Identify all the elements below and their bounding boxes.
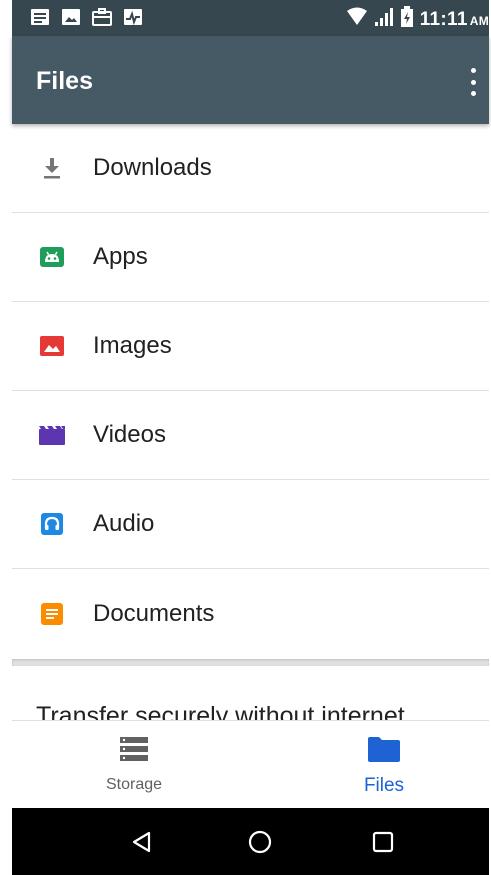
system-nav-bar — [12, 808, 489, 875]
list-item-videos[interactable]: Videos — [12, 391, 489, 480]
status-bar: 11:11 AM — [12, 0, 489, 36]
section-divider — [12, 659, 489, 666]
list-item-downloads[interactable]: Downloads — [12, 124, 489, 213]
document-icon — [38, 600, 66, 628]
bottom-navigation: Storage Files — [12, 720, 489, 808]
nav-storage[interactable]: Storage — [34, 721, 234, 809]
left-margin — [0, 0, 12, 875]
list-item-label: Downloads — [93, 154, 212, 181]
list-item-label: Apps — [93, 243, 148, 270]
home-icon[interactable] — [246, 828, 274, 856]
headphones-icon — [38, 510, 66, 538]
android-icon — [38, 243, 66, 271]
category-list: Downloads Apps Images Videos Audio Docum… — [12, 124, 489, 658]
status-right: 11:11 AM — [346, 6, 489, 33]
image-icon — [61, 8, 81, 26]
signal-icon — [374, 7, 394, 32]
page-title: Files — [36, 67, 93, 95]
list-item-documents[interactable]: Documents — [12, 569, 489, 658]
list-item-label: Videos — [93, 421, 166, 448]
list-item-apps[interactable]: Apps — [12, 213, 489, 302]
briefcase-icon — [92, 8, 112, 26]
storage-icon — [119, 735, 149, 768]
folder-icon — [367, 735, 401, 768]
list-item-images[interactable]: Images — [12, 302, 489, 391]
video-icon — [38, 421, 66, 449]
recents-icon[interactable] — [369, 828, 397, 856]
clock-ampm: AM — [469, 13, 489, 28]
list-item-label: Images — [93, 332, 172, 359]
message-icon — [30, 8, 50, 26]
clock-time: 11:11 — [419, 8, 468, 30]
battery-icon — [400, 6, 414, 33]
nav-storage-label: Storage — [105, 776, 163, 793]
list-item-label: Audio — [93, 510, 155, 537]
clock: 11:11 AM — [420, 9, 489, 31]
image-icon — [38, 332, 66, 360]
list-item-audio[interactable]: Audio — [12, 480, 489, 569]
wifi-icon — [346, 7, 368, 32]
more-vert-icon[interactable] — [467, 66, 479, 98]
download-icon — [38, 154, 66, 182]
app-bar: Files — [12, 36, 489, 124]
notification-icons — [30, 8, 143, 26]
nav-files-label: Files — [363, 775, 405, 796]
list-item-label: Documents — [93, 599, 215, 627]
activity-icon — [123, 8, 143, 26]
back-icon[interactable] — [128, 828, 156, 856]
transfer-heading[interactable]: Transfer securely without internet — [36, 702, 489, 720]
nav-files[interactable]: Files — [284, 721, 484, 809]
